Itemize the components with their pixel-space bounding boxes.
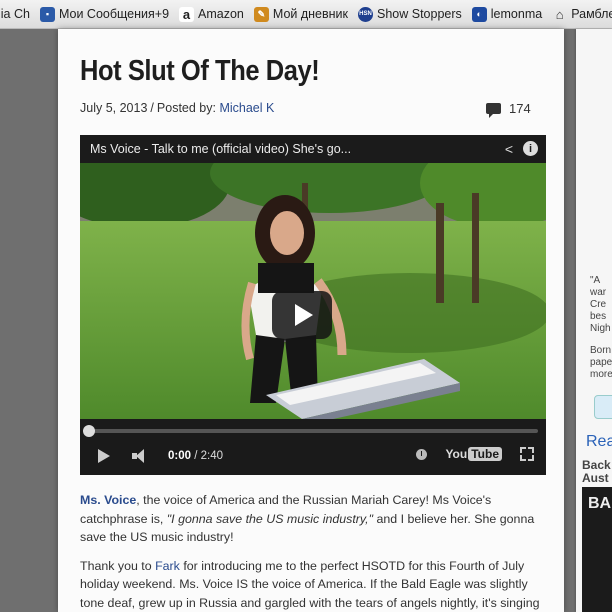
hsn-icon: HSN	[358, 6, 373, 22]
comment-bubble-icon	[486, 103, 501, 118]
bookmark-label: Amazon	[198, 7, 244, 21]
sidebar-quote: "A war Cre bes Nigh	[590, 275, 611, 334]
bookmark-lia[interactable]: lia Ch	[0, 7, 30, 21]
post-meta: July 5, 2013/Posted by: Michael K	[80, 101, 275, 115]
progress-bar[interactable]	[83, 425, 538, 437]
message-icon: ▪	[39, 6, 55, 22]
posted-by-label: Posted by:	[156, 101, 216, 115]
diary-icon: ✎	[253, 6, 269, 22]
paragraph-2: Thank you to Fark for introducing me to …	[80, 557, 542, 612]
article: Hot Slut Of The Day! July 5, 2013/Posted…	[58, 29, 564, 612]
duration: 2:40	[200, 450, 224, 462]
bookmark-rambler[interactable]: ⌂ Рамблер	[552, 7, 612, 22]
progress-knob[interactable]	[83, 425, 95, 437]
video-title[interactable]: Ms Voice - Talk to me (official video) S…	[90, 142, 351, 156]
comment-count-value: 174	[509, 101, 531, 116]
youtube-logo-you: You	[445, 447, 468, 461]
volume-icon[interactable]	[132, 448, 154, 464]
sidebar-ad[interactable]: BA	[582, 487, 612, 612]
bookmark-label: Мой дневник	[272, 7, 348, 21]
video-player[interactable]: Ms Voice - Talk to me (official video) S…	[80, 135, 546, 475]
video-controls: 0:00 / 2:40 You Tube	[80, 419, 546, 475]
bookmark-label: lemonma	[490, 7, 543, 21]
time-display: 0:00 / 2:40	[168, 450, 224, 462]
bookmark-amazon[interactable]: a Amazon	[179, 6, 244, 22]
play-overlay-button[interactable]	[272, 291, 332, 339]
youtube-logo[interactable]: You Tube	[445, 447, 502, 461]
page-title: Hot Slut Of The Day!	[80, 55, 320, 87]
bookmark-show-stoppers[interactable]: HSN Show Stoppers	[358, 6, 462, 22]
video-top-icons: < i	[505, 141, 538, 157]
lemonma-icon: ◐	[471, 6, 487, 22]
fark-link[interactable]: Fark	[155, 559, 180, 573]
p1-quote: "I gonna save the US music industry,"	[166, 511, 374, 526]
bookmarks-bar: lia Ch ▪ Мои Сообщения+9 a Amazon ✎ Мой …	[0, 0, 612, 29]
p2-start: Thank you to	[80, 558, 156, 573]
control-row: 0:00 / 2:40 You Tube	[80, 443, 546, 469]
bookmark-label: lia Ch	[0, 7, 30, 21]
home-icon: ⌂	[555, 6, 564, 22]
article-body: Ms. Voice, the voice of America and the …	[80, 491, 542, 612]
twitter-icon[interactable]	[594, 395, 612, 419]
share-icon[interactable]: <	[505, 141, 513, 157]
info-icon[interactable]: i	[523, 141, 538, 156]
sidebar-back-title: Back Aust	[582, 458, 611, 485]
post-date: July 5, 2013	[80, 101, 148, 115]
comment-count[interactable]: 174	[486, 101, 531, 118]
bookmark-lemonma[interactable]: ◐ lemonma	[471, 6, 543, 22]
bookmark-label: Рамблер	[571, 7, 612, 21]
right-controls: You Tube	[416, 447, 534, 461]
bookmark-diary[interactable]: ✎ Мой дневник	[253, 6, 348, 22]
right-sidebar: "A war Cre bes Nigh Born pape more Rea B…	[576, 29, 612, 612]
video-frame[interactable]	[80, 163, 546, 419]
page-viewport: Hot Slut Of The Day! July 5, 2013/Posted…	[0, 29, 612, 612]
author-link[interactable]: Michael K	[219, 101, 274, 115]
play-icon[interactable]	[98, 449, 110, 463]
bookmark-label: Show Stoppers	[377, 7, 462, 21]
current-time: 0:00	[168, 450, 192, 462]
paragraph-1: Ms. Voice, the voice of America and the …	[80, 491, 542, 547]
sidebar-born: Born pape more	[590, 345, 612, 380]
video-title-bar: Ms Voice - Talk to me (official video) S…	[80, 135, 546, 163]
fullscreen-icon[interactable]	[520, 447, 534, 461]
bookmark-messages[interactable]: ▪ Мои Сообщения+9	[39, 6, 170, 22]
ms-voice-link[interactable]: Ms. Voice	[80, 493, 136, 507]
amazon-icon: a	[179, 6, 195, 22]
sidebar-read-link[interactable]: Rea	[586, 433, 612, 451]
bookmark-label: Мои Сообщения+9	[58, 7, 170, 21]
watch-later-icon[interactable]	[416, 448, 428, 460]
youtube-logo-tube: Tube	[468, 447, 502, 461]
